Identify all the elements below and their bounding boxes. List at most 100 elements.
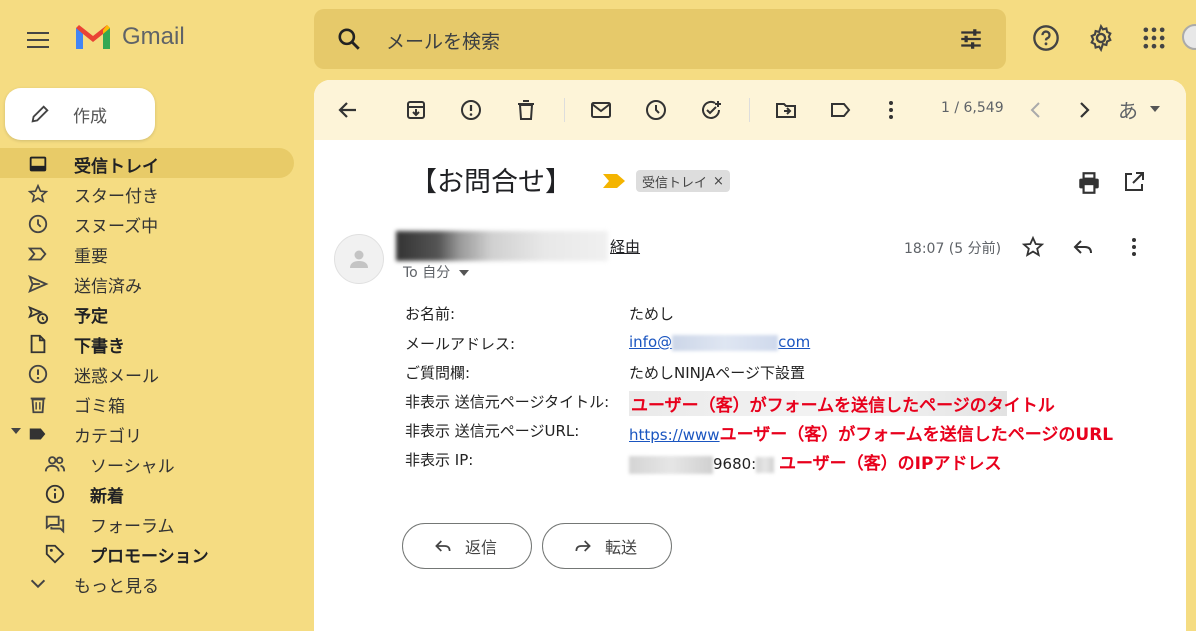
scheduled-icon — [28, 305, 49, 325]
sidebar-item-label: 下書き — [74, 337, 125, 357]
archive-icon[interactable] — [404, 98, 428, 122]
apps-grid-icon[interactable] — [1140, 24, 1168, 52]
more-vertical-icon[interactable] — [1122, 235, 1146, 259]
main-menu-button[interactable] — [24, 27, 52, 55]
reply-icon[interactable] — [1071, 235, 1095, 259]
reply-icon — [435, 540, 451, 552]
pencil-icon — [31, 105, 49, 123]
field-value: ユーザー（客）がフォームを送信したページのタイトル — [629, 391, 1055, 416]
mark-unread-icon[interactable] — [589, 98, 613, 122]
field-label: メールアドレス: — [405, 335, 516, 353]
report-spam-icon[interactable] — [459, 98, 483, 122]
sender-name-redacted — [396, 231, 608, 261]
star-icon[interactable] — [1021, 235, 1045, 259]
sidebar-item-scheduled[interactable]: 予定 — [0, 298, 300, 328]
chevron-left-icon[interactable] — [1024, 98, 1048, 122]
label-as-icon[interactable] — [829, 98, 853, 122]
caret-down-icon[interactable] — [1150, 106, 1160, 112]
sidebar-item-social[interactable]: ソーシャル — [0, 448, 300, 478]
forward-button[interactable]: 転送 — [542, 523, 672, 569]
remove-label-button[interactable]: × — [713, 174, 724, 189]
sidebar-item-categories[interactable]: カテゴリ — [0, 418, 300, 448]
spam-icon — [28, 364, 48, 384]
gmail-m-icon — [76, 25, 110, 49]
forward-icon — [575, 540, 591, 552]
email-suffix: com — [778, 333, 811, 351]
more-vertical-icon[interactable] — [879, 98, 903, 122]
caret-down-icon[interactable] — [11, 428, 21, 436]
toolbar-divider — [564, 98, 565, 122]
sidebar-item-inbox[interactable]: 受信トレイ — [0, 148, 294, 178]
sidebar-item-snoozed[interactable]: スヌーズ中 — [0, 208, 300, 238]
email-link[interactable]: info@ com — [629, 333, 810, 351]
back-arrow-icon[interactable] — [336, 98, 360, 122]
field-label: 非表示 IP: — [405, 451, 474, 469]
field-label: 非表示 送信元ページURL: — [405, 422, 580, 440]
search-options-icon[interactable] — [958, 26, 984, 52]
sidebar-item-forums[interactable]: フォーラム — [0, 508, 300, 538]
draft-icon — [30, 334, 46, 354]
trash-icon — [30, 397, 46, 414]
message-panel: 1 / 6,549 あ 【お問合せ】 受信トレイ × 経由 To 自分 18:0… — [314, 80, 1186, 631]
app-name: Gmail — [122, 23, 185, 50]
chevron-right-icon[interactable] — [1072, 98, 1096, 122]
sidebar-item-label: プロモーション — [90, 547, 209, 567]
chevron-down-icon — [30, 579, 46, 589]
reply-button[interactable]: 返信 — [402, 523, 532, 569]
sidebar-item-drafts[interactable]: 下書き — [0, 328, 300, 358]
clock-icon — [28, 214, 48, 234]
move-to-icon[interactable] — [774, 98, 798, 122]
help-icon[interactable] — [1032, 24, 1060, 52]
sidebar-item-sent[interactable]: 送信済み — [0, 268, 300, 298]
label-important-icon — [27, 247, 47, 261]
input-tools-button[interactable]: あ — [1118, 95, 1138, 124]
label-chip-text: 受信トレイ — [642, 175, 708, 191]
forum-icon — [45, 515, 65, 534]
caret-down-icon — [458, 270, 469, 276]
sidebar-item-trash[interactable]: ゴミ箱 — [0, 388, 300, 418]
via-link[interactable]: 経由 — [610, 236, 640, 257]
field-value[interactable]: https://wwwユーザー（客）がフォームを送信したページのURL — [629, 420, 1113, 445]
gmail-logo[interactable]: Gmail — [74, 22, 185, 52]
redacted-ip — [756, 456, 775, 473]
field-label: 非表示 送信元ページタイトル: — [405, 393, 610, 411]
ip-fragment: 9680: — [713, 455, 757, 473]
sidebar-item-label: ゴミ箱 — [74, 397, 125, 417]
sidebar-item-updates[interactable]: 新着 — [0, 478, 300, 508]
sidebar-item-label: 新着 — [90, 487, 124, 507]
search-icon[interactable] — [336, 26, 362, 52]
snooze-clock-icon[interactable] — [644, 98, 668, 122]
search-input[interactable]: メールを検索 — [386, 27, 500, 54]
sidebar-item-label: フォーラム — [90, 517, 175, 537]
sidebar-item-label: スヌーズ中 — [74, 217, 159, 237]
delete-icon[interactable] — [514, 98, 538, 122]
important-marker-icon[interactable] — [603, 174, 625, 188]
sidebar-item-label: スター付き — [74, 187, 159, 207]
sidebar-item-label: カテゴリ — [74, 427, 142, 447]
message-time: 18:07 (5 分前) — [904, 241, 1002, 257]
field-value: ためしNINJAページ下設置 — [629, 364, 805, 382]
sidebar-item-label: ソーシャル — [90, 457, 175, 477]
recipient-text: To 自分 — [403, 265, 451, 281]
account-avatar[interactable] — [1182, 24, 1196, 50]
compose-button[interactable]: 作成 — [5, 88, 155, 140]
sidebar-item-label: 迷惑メール — [74, 367, 159, 387]
sidebar-item-spam[interactable]: 迷惑メール — [0, 358, 300, 388]
url-link[interactable]: https://www — [629, 426, 720, 444]
label-chip: 受信トレイ × — [636, 170, 730, 192]
add-task-icon[interactable] — [699, 98, 723, 122]
sidebar-item-starred[interactable]: スター付き — [0, 178, 300, 208]
inbox-icon — [29, 156, 47, 172]
redacted-email — [672, 334, 779, 351]
field-label: お名前: — [405, 305, 456, 323]
sender-avatar[interactable] — [334, 234, 384, 284]
open-new-window-icon[interactable] — [1122, 170, 1146, 194]
recipient-details-toggle[interactable]: To 自分 — [403, 262, 469, 282]
sidebar-item-important[interactable]: 重要 — [0, 238, 300, 268]
sidebar-item-more[interactable]: もっと見る — [0, 568, 300, 598]
settings-gear-icon[interactable] — [1087, 24, 1115, 52]
print-icon[interactable] — [1076, 170, 1102, 196]
search-bar[interactable]: メールを検索 — [314, 9, 1006, 69]
sidebar-item-promotions[interactable]: プロモーション — [0, 538, 300, 568]
info-icon — [45, 484, 65, 504]
